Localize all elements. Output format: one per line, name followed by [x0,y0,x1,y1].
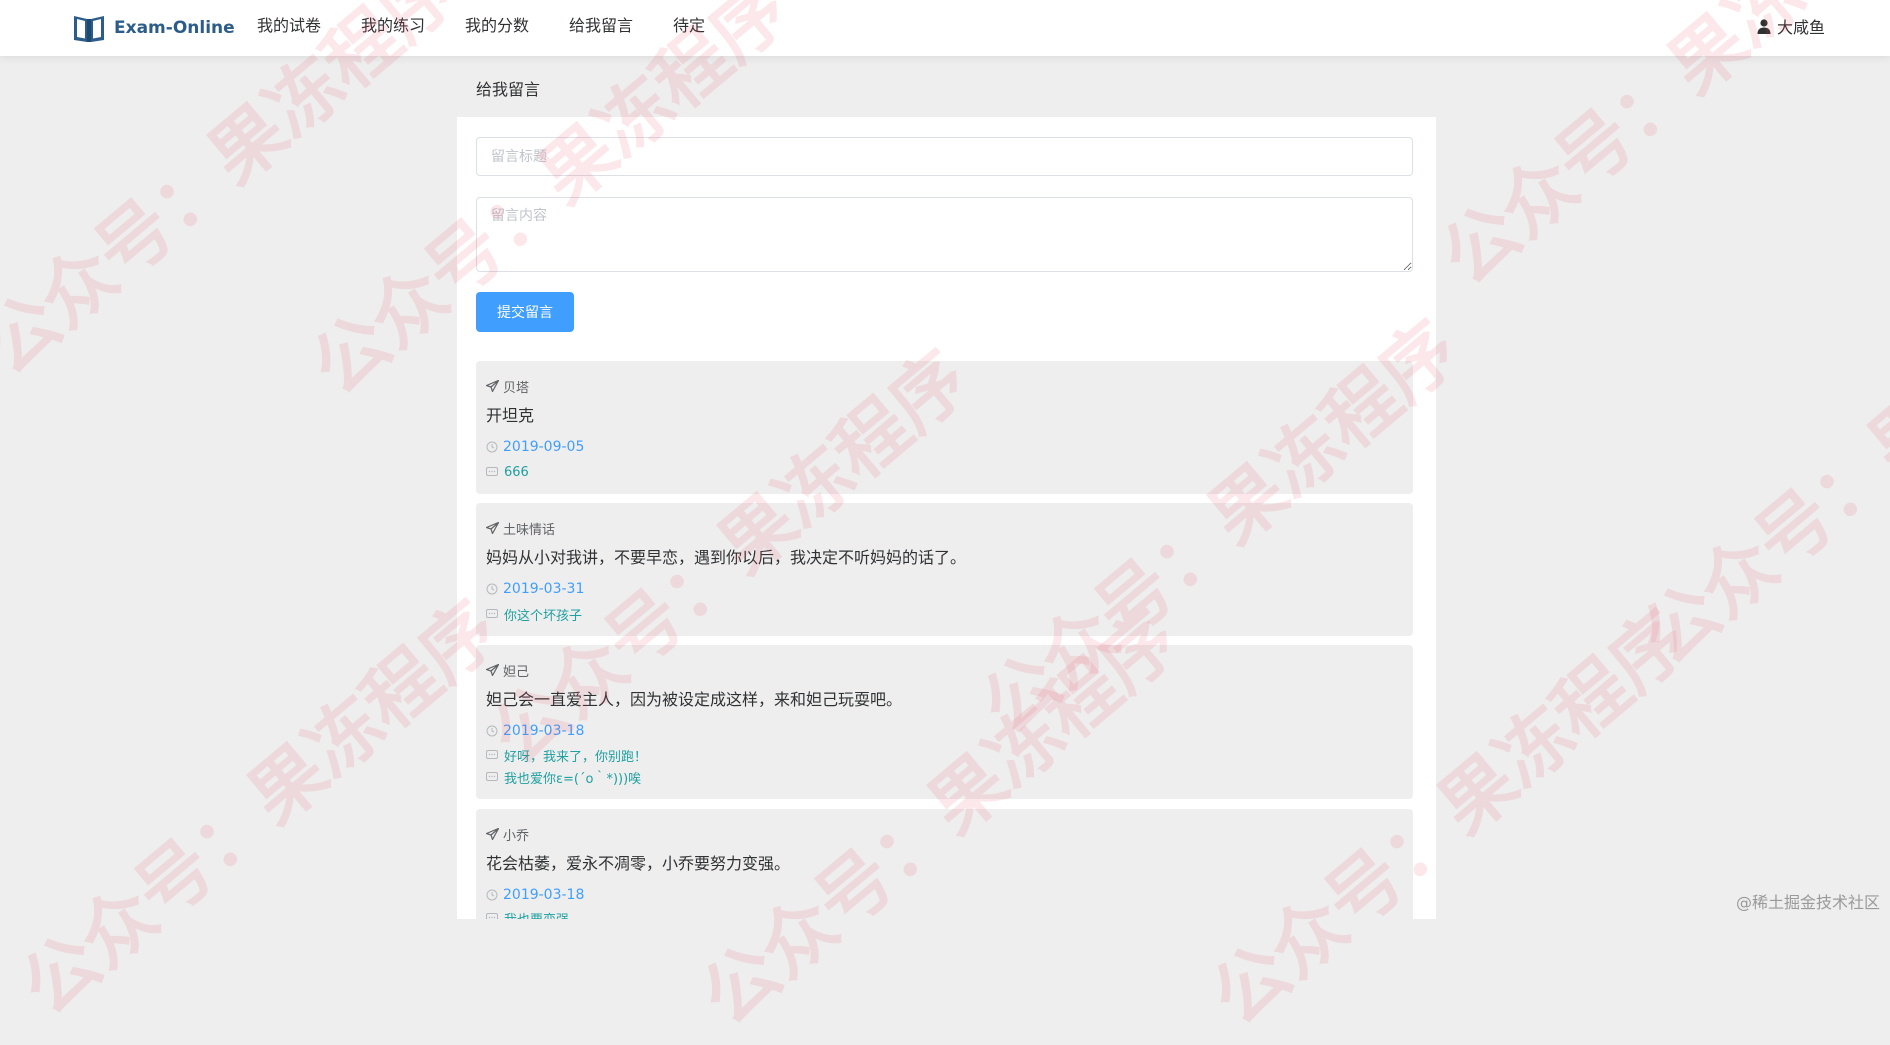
reply-text: 好呀，我来了，你别跑！ [504,749,648,765]
comment-icon [486,771,498,781]
message-reply: 好呀，我来了，你别跑！ [486,746,648,765]
message-author: 土味情话 [486,519,556,538]
author-name: 土味情话 [503,522,556,538]
message-title-input[interactable] [476,137,1413,176]
nav-my-papers[interactable]: 我的试卷 [257,0,321,56]
submit-message-button[interactable]: 提交留言 [476,292,574,332]
message-card: 小乔 花会枯萎，爱永不凋零，小乔要努力变强。 2019-03-18 我也要变强 [476,809,1413,919]
author-name: 贝塔 [503,380,530,396]
message-date: 2019-03-31 [486,580,584,598]
message-reply: 我也爱你ε=(´ο｀*)))唉 [486,768,642,787]
message-content: 妲己会一直爱主人，因为被设定成这样，来和妲己玩耍吧。 [486,690,903,709]
watermark: 公众号：果冻程序 [1625,235,1890,682]
brand[interactable]: Exam-Online [72,9,235,47]
book-logo-icon [74,16,104,42]
brand-name: Exam-Online [114,18,235,38]
comment-icon [486,608,498,618]
comment-icon [486,912,498,919]
message-reply: 我也要变强 [486,909,569,919]
paper-plane-icon [486,828,499,840]
message-date: 2019-03-18 [486,886,584,904]
top-navbar: Exam-Online 我的试卷 我的练习 我的分数 给我留言 待定 大咸鱼 [0,0,1890,56]
date-text: 2019-09-05 [503,439,585,455]
paper-plane-icon [486,664,499,676]
nav-leave-message[interactable]: 给我留言 [569,0,633,56]
comment-icon [486,466,498,476]
message-author: 妲己 [486,661,530,680]
clock-icon [486,583,498,595]
user-icon [1757,18,1771,34]
date-text: 2019-03-31 [503,581,585,597]
clock-icon [486,725,498,737]
reply-text: 我也爱你ε=(´ο｀*)))唉 [504,771,642,787]
paper-plane-icon [486,380,499,392]
message-content: 花会枯萎，爱永不凋零，小乔要努力变强。 [486,854,791,873]
username: 大咸鱼 [1777,18,1826,37]
message-content: 妈妈从小对我讲，不要早恋，遇到你以后，我决定不听妈妈的话了。 [486,548,967,567]
message-reply: 666 [486,463,529,481]
message-card: 贝塔 开坦克 2019-09-05 666 [476,361,1413,494]
author-name: 妲己 [503,664,530,680]
reply-text: 你这个坏孩子 [504,608,583,624]
date-text: 2019-03-18 [503,887,585,903]
message-card: 土味情话 妈妈从小对我讲，不要早恋，遇到你以后，我决定不听妈妈的话了。 2019… [476,503,1413,636]
watermark: 公众号：果冻程序 [5,585,515,1032]
nav-my-practice[interactable]: 我的练习 [361,0,425,56]
comment-icon [486,749,498,759]
page-title: 给我留言 [476,80,541,99]
message-date: 2019-03-18 [486,722,584,740]
message-content-textarea[interactable] [476,197,1413,272]
author-name: 小乔 [503,828,530,844]
paper-plane-icon [486,522,499,534]
clock-icon [486,441,498,453]
message-author: 贝塔 [486,377,530,396]
nav-pending[interactable]: 待定 [673,0,705,56]
message-author: 小乔 [486,825,530,844]
reply-text: 我也要变强 [504,909,569,920]
nav-my-scores[interactable]: 我的分数 [465,0,529,56]
message-card: 妲己 妲己会一直爱主人，因为被设定成这样，来和妲己玩耍吧。 2019-03-18… [476,645,1413,799]
footer-watermark: @稀土掘金技术社区 [1735,893,1880,912]
clock-icon [486,889,498,901]
message-reply: 你这个坏孩子 [486,605,583,624]
message-content: 开坦克 [486,406,535,425]
reply-text: 666 [504,464,529,480]
user-menu[interactable]: 大咸鱼 [1757,0,1825,52]
watermark: 公众号：果冻程序 [0,0,475,392]
message-date: 2019-09-05 [486,438,584,456]
message-panel: 提交留言 贝塔 开坦克 2019-09-05 666 土味情话 妈妈从小对我讲，… [457,117,1436,919]
date-text: 2019-03-18 [503,723,585,739]
